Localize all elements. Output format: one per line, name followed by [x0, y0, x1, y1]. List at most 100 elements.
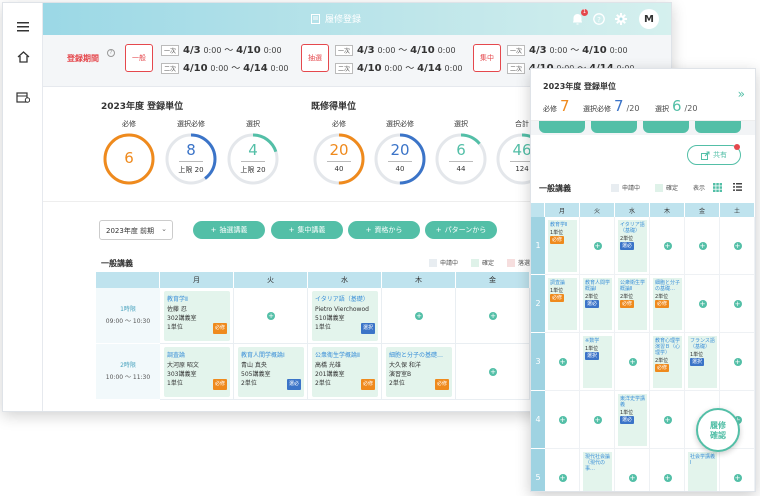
course-card[interactable]: 細胞と分子の基礎… 大久保 和洋 演習室B 2単位 必修 — [386, 347, 452, 397]
course-card[interactable]: 公衆衛生学概論Ⅱ 高橋 光雄 201講義室 2単位 必修 — [312, 347, 378, 397]
mobile-course-card[interactable]: 調査論 1単位 必修 — [548, 278, 577, 330]
registration-check-button[interactable]: 履修 確認 — [696, 408, 740, 452]
period-cell: 1時限 09:00 ～ 10:30 — [96, 288, 160, 344]
mobile-add-course-button[interactable]: + — [558, 358, 567, 366]
gear-icon[interactable] — [613, 11, 629, 27]
intensive-course-button[interactable]: + 集中講義 — [271, 221, 343, 239]
mobile-add-course-button[interactable]: + — [733, 358, 742, 366]
mobile-add-course-button[interactable]: + — [628, 474, 637, 482]
earned-ring-divider — [449, 161, 473, 162]
day-header: 火 — [234, 272, 308, 288]
mobile-course-card[interactable]: 細胞と分子の基礎… 2単位 必修 — [653, 278, 682, 330]
mobile-add-course-button[interactable]: + — [593, 242, 602, 250]
course-teacher: Pietro Vierchowod — [315, 306, 369, 313]
credits-title: 2023年度 登録単位 — [101, 102, 184, 112]
earned-ring-sub: 40 — [334, 165, 344, 173]
mobile-course-name: 教育心理学演習Ｂ（心理学） — [655, 338, 681, 356]
course-card[interactable]: 調査論 大河原 昭文 303講義室 1単位 必修 — [164, 347, 230, 397]
mobile-course-card[interactable]: 社会学講義Ⅰ — [688, 452, 717, 491]
period-lottery-round2: 二次 4/10 0:00 ～ 4/14 0:00 — [335, 61, 463, 74]
course-unit-row: 2単位 選必 — [241, 379, 301, 390]
share-button[interactable]: 共有 — [687, 144, 741, 165]
period-type-general: 一般 — [125, 44, 153, 72]
course-room: 201講義室 — [315, 371, 345, 378]
plus-icon: + — [365, 226, 372, 234]
mobile-tab-button[interactable] — [643, 121, 689, 133]
mobile-add-course-button[interactable]: + — [698, 300, 707, 308]
add-course-button[interactable]: + — [267, 312, 275, 320]
add-course-button[interactable]: + — [489, 312, 497, 320]
period-type-intensive: 集中 — [473, 44, 501, 72]
question-icon[interactable]: ? — [107, 49, 115, 57]
mobile-day-header: 水 — [615, 203, 650, 217]
help-icon[interactable]: ? — [591, 11, 607, 27]
course-name: イタリア語（基礎） — [315, 296, 369, 303]
mobile-course-card[interactable]: ※数学 1単位 選択 — [583, 336, 612, 388]
mobile-period-cell: 2 — [531, 275, 545, 333]
course-unit-row: 1単位 必修 — [167, 323, 227, 334]
mobile-tab-button[interactable] — [539, 121, 585, 133]
mobile-course-card[interactable]: 教育心理学演習Ｂ（心理学） 2単位 必修 — [653, 336, 682, 388]
list-view-icon[interactable] — [733, 183, 742, 191]
mobile-course-kind-badge: 選択 — [690, 358, 705, 366]
mobile-add-course-button[interactable]: + — [733, 242, 742, 250]
grid-view-icon[interactable] — [713, 183, 722, 192]
credit-ring: 8 上限 20 — [163, 131, 219, 187]
earned-ring: 20 40 — [311, 131, 367, 187]
mobile-day-header: 月 — [545, 203, 580, 217]
mobile-add-course-button[interactable]: + — [733, 300, 742, 308]
add-course-button[interactable]: + — [415, 312, 423, 320]
from-qualification-button[interactable]: + 資格から — [348, 221, 420, 239]
course-card[interactable]: 教育学Ⅱ 佐藤 忍 302講義室 1単位 必修 — [164, 291, 230, 341]
mobile-course-name: イタリア語（基礎） — [620, 222, 645, 234]
mobile-add-course-button[interactable]: + — [733, 474, 742, 482]
mobile-course-card[interactable]: 公衆衛生学概論Ⅱ 2単位 必修 — [618, 278, 647, 330]
add-course-button[interactable]: + — [489, 368, 497, 376]
mobile-tab-button[interactable] — [591, 121, 637, 133]
mobile-add-course-button[interactable]: + — [663, 474, 672, 482]
mobile-period-cell: 1 — [531, 217, 545, 275]
earned-ring: 6 44 — [433, 131, 489, 187]
course-teacher: 高橋 光雄 — [315, 362, 341, 369]
mobile-period-cell: 5 — [531, 449, 545, 491]
mobile-period-cell: 4 — [531, 391, 545, 449]
mobile-add-course-button[interactable]: + — [663, 242, 672, 250]
course-kind-badge: 選必 — [286, 379, 301, 390]
mobile-add-course-button[interactable]: + — [558, 416, 567, 424]
mobile-tab-button[interactable] — [695, 121, 741, 133]
lottery-course-button[interactable]: + 抽選講義 — [193, 221, 265, 239]
home-icon[interactable] — [13, 47, 33, 67]
expand-icon[interactable]: » — [738, 87, 745, 101]
mobile-course-name: 調査論 — [550, 280, 566, 286]
mobile-add-course-button[interactable]: + — [558, 474, 567, 482]
mobile-course-card[interactable]: 教育人間学概論Ⅰ 2単位 選必 — [583, 278, 612, 330]
mobile-course-kind-badge: 選必 — [620, 416, 635, 424]
day-header: 水 — [308, 272, 382, 288]
mobile-course-kind-badge: 必修 — [550, 294, 565, 302]
calendar-icon[interactable] — [13, 87, 33, 107]
mobile-course-card[interactable]: フランス語（基礎） 1単位 選択 — [688, 336, 717, 388]
course-unit: 1単位 — [315, 324, 331, 331]
earned-ring: 20 40 — [372, 131, 428, 187]
mobile-add-course-button[interactable]: + — [628, 358, 637, 366]
menu-icon[interactable] — [13, 17, 33, 37]
from-pattern-button[interactable]: + パターンから — [425, 221, 497, 239]
mobile-course-card[interactable]: 現代社会論（現代の事… — [583, 452, 612, 491]
mobile-course-card[interactable]: イタリア語（基礎） 2単位 選必 — [618, 220, 647, 272]
course-card[interactable]: イタリア語（基礎） Pietro Vierchowod 510講義室 1単位 選択 — [312, 291, 378, 341]
term-select[interactable]: 2023年度 前期 ⌄ — [99, 220, 173, 240]
mobile-add-course-button[interactable]: + — [698, 242, 707, 250]
plus-icon: + — [288, 226, 295, 234]
course-unit-row: 1単位 必修 — [167, 379, 227, 390]
mobile-legend-confirmed: 確定 — [655, 183, 678, 192]
sidebar-rail — [3, 3, 43, 411]
mobile-day-header: 木 — [650, 203, 685, 217]
mobile-course-card[interactable]: 東洋史学講義 1単位 選必 — [618, 394, 647, 446]
mobile-course-card[interactable]: 教育学Ⅱ 1単位 必修 — [548, 220, 577, 272]
mobile-add-course-button[interactable]: + — [663, 416, 672, 424]
mobile-add-course-button[interactable]: + — [593, 416, 602, 424]
course-card[interactable]: 教育人間学概論Ⅰ 青山 真央 505講義室 2単位 選必 — [238, 347, 304, 397]
bell-icon[interactable]: 1 — [569, 9, 588, 27]
credit-ring-label: 選択 — [246, 120, 260, 128]
avatar[interactable]: M — [639, 9, 659, 29]
